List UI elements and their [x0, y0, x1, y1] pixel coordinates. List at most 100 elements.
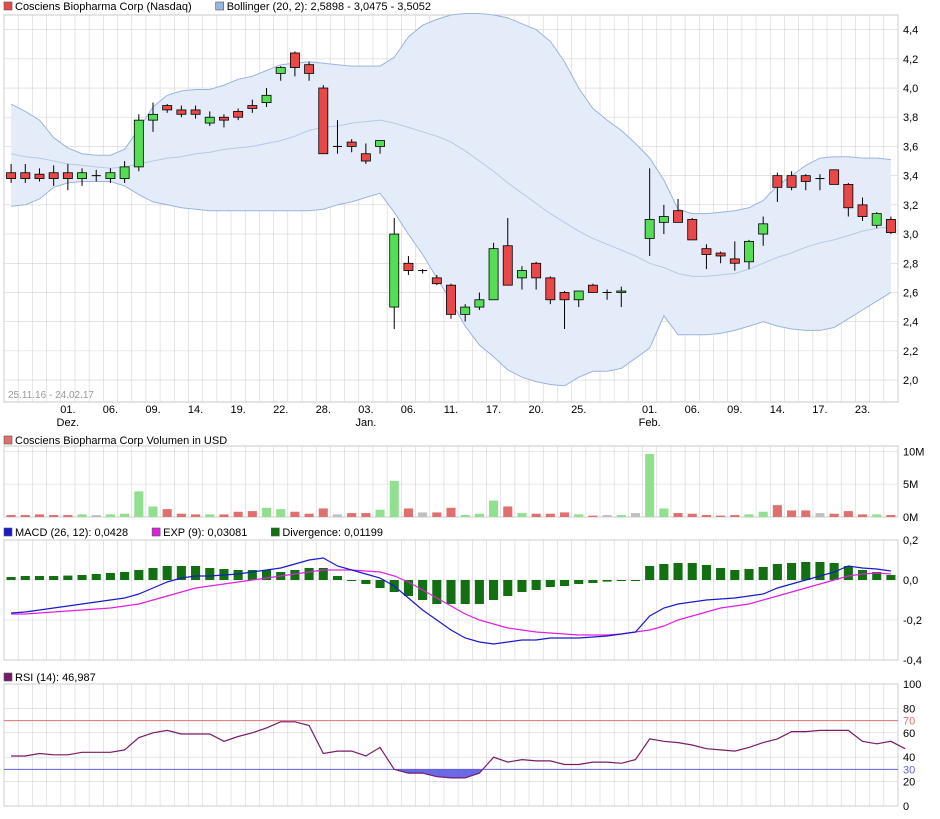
volume-bar [276, 509, 286, 517]
divergence-bar [460, 580, 470, 604]
candle-body [488, 248, 499, 301]
x-tick-label: 01. [60, 404, 75, 416]
volume-bar [872, 514, 882, 517]
candle-body [587, 284, 598, 293]
divergence-bar [616, 580, 626, 581]
rsi-y-tick-label: 20 [903, 777, 915, 789]
x-tick-label: 11. [444, 404, 458, 416]
volume-bar [574, 514, 584, 517]
legend-swatch [3, 672, 13, 682]
candle-body [687, 219, 698, 241]
volume-bar [403, 508, 413, 517]
divergence-bar [347, 580, 357, 581]
divergence-bar [716, 568, 726, 580]
macd-y-tick-label: 0,2 [903, 535, 918, 547]
divergence-bar [744, 569, 754, 580]
volume-bar [857, 514, 868, 517]
candle-body [843, 184, 854, 209]
volume-bar [63, 515, 73, 517]
candle-body [446, 284, 456, 315]
volume-bar [261, 507, 272, 517]
candle-body [673, 210, 683, 223]
candle-body [233, 110, 244, 118]
stock-chart-window: 25.11.16 - 24.02.17 Cosciens Biopharma C… [0, 0, 940, 814]
rsi-y-tick-label: 100 [903, 679, 921, 691]
candle-body [871, 213, 882, 226]
divergence-bar [446, 580, 456, 604]
rsi-y-tick-label: 70 [903, 716, 915, 728]
candle-body [857, 204, 868, 217]
volume-bar [659, 508, 669, 517]
x-tick-label: 14. [770, 404, 785, 416]
candle-body [389, 233, 400, 308]
rsi-y-tick-label: 80 [903, 703, 915, 715]
divergence-bar [687, 563, 697, 580]
legend-swatch [271, 527, 280, 537]
x-tick-month-label: Feb. [639, 417, 661, 429]
x-tick-label: 19. [230, 404, 245, 416]
candle-body [20, 172, 31, 179]
candle-body [318, 87, 329, 155]
candle-body [62, 172, 73, 179]
candle-body [829, 169, 840, 185]
rsi-y-tick-label: 0 [903, 801, 909, 813]
candle-body [48, 172, 59, 179]
volume-bar [205, 514, 215, 517]
volume-bar [219, 514, 229, 517]
x-tick-label: 23. [855, 404, 870, 416]
divergence-bar [304, 568, 314, 580]
x-tick-month-label: Jan. [355, 417, 376, 429]
divergence-bar [758, 567, 768, 580]
price-y-tick-label: 2,4 [903, 317, 918, 329]
divergence-bar [233, 570, 243, 580]
candle-body [6, 172, 17, 179]
divergence-bar [375, 580, 385, 588]
divergence-bar [574, 580, 584, 584]
candle-body [502, 245, 513, 286]
volume-bar [801, 510, 811, 517]
x-tick-label: 01. [642, 404, 657, 416]
volume-bar [559, 512, 570, 517]
rsi-y-tick-label: 30 [903, 764, 915, 776]
legend-swatch [151, 527, 161, 537]
divergence-bar [602, 580, 612, 582]
volume-bar [418, 512, 428, 517]
volume-bar [474, 513, 484, 517]
candle-body [573, 290, 584, 301]
candle-body [190, 109, 201, 115]
divergence-bar [489, 580, 499, 600]
x-tick-label: 06. [401, 404, 416, 416]
volume-bar [503, 506, 513, 517]
x-tick-label: 25. [571, 404, 586, 416]
volume-bar [49, 515, 59, 517]
candle-body [105, 172, 116, 179]
volume-bar [716, 515, 726, 517]
rsi-y-tick-label: 60 [903, 728, 915, 740]
divergence-bar [162, 566, 172, 580]
volume-bar [687, 513, 697, 517]
price-y-tick-label: 2,0 [903, 375, 918, 387]
divergence-bar [34, 576, 45, 580]
divergence-bar [630, 580, 641, 581]
candle-body [346, 141, 357, 147]
divergence-bar [517, 580, 527, 592]
legend-label: EXP (9): 0,03081 [163, 527, 247, 539]
divergence-bar [77, 575, 87, 580]
volume-bar [446, 507, 456, 517]
divergence-bar [730, 570, 740, 580]
divergence-bar [91, 574, 101, 580]
candle-body [658, 216, 669, 223]
divergence-bar [659, 564, 669, 580]
divergence-bar [645, 566, 655, 580]
volume-y-tick-label: 5M [903, 479, 918, 491]
x-tick-label: 06. [685, 404, 700, 416]
volume-bar [332, 514, 343, 517]
price-y-tick-label: 3,4 [903, 171, 918, 183]
volume-bar [290, 511, 300, 517]
volume-bar [247, 511, 257, 517]
candle-body [289, 52, 300, 68]
candle-body [786, 175, 797, 188]
volume-bar [162, 509, 172, 517]
price-y-tick-label: 2,2 [903, 346, 918, 358]
divergence-bar [545, 580, 555, 587]
